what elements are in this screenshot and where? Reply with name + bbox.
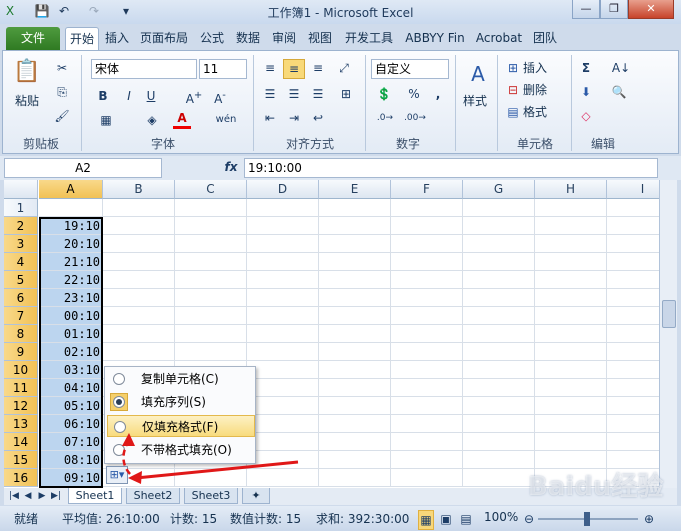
status-numeric-count: 数值计数: 15 bbox=[230, 512, 302, 526]
status-count: 计数: 15 bbox=[170, 512, 218, 526]
status-bar: 就绪 平均值: 26:10:00 计数: 15 数值计数: 15 求和: 392… bbox=[0, 506, 681, 531]
zoom-level[interactable]: 100% bbox=[484, 510, 518, 524]
annotation-dashed-arrow bbox=[122, 441, 131, 475]
last-sheet-icon[interactable]: ▶| bbox=[50, 487, 62, 505]
status-mode: 就绪 bbox=[14, 512, 39, 526]
zoom-out-icon[interactable]: ⊖ bbox=[522, 510, 536, 528]
first-sheet-icon[interactable]: |◀ bbox=[8, 487, 20, 505]
annotation-dashed-arrowhead bbox=[122, 433, 135, 446]
annotation-arrow-line bbox=[135, 460, 299, 480]
normal-view-icon[interactable]: ▦ bbox=[418, 510, 434, 530]
status-sum: 求和: 392:30:00 bbox=[316, 512, 410, 526]
next-sheet-icon[interactable]: ▶ bbox=[36, 487, 48, 505]
page-break-view-icon[interactable]: ▤ bbox=[458, 510, 474, 528]
annotation-arrows bbox=[122, 433, 299, 484]
page-layout-view-icon[interactable]: ▣ bbox=[438, 510, 454, 528]
watermark: Baidu经验 bbox=[528, 472, 664, 502]
prev-sheet-icon[interactable]: ◀ bbox=[22, 487, 34, 505]
sheet-tab-3[interactable]: Sheet3 bbox=[184, 488, 238, 504]
zoom-in-icon[interactable]: ⊕ bbox=[642, 510, 656, 528]
insert-sheet-icon[interactable]: ✦ bbox=[242, 488, 270, 504]
sheet-tab-2[interactable]: Sheet2 bbox=[126, 488, 180, 504]
sheet-tab-1[interactable]: Sheet1 bbox=[68, 488, 122, 504]
status-average: 平均值: 26:10:00 bbox=[62, 512, 160, 526]
zoom-slider-thumb[interactable] bbox=[584, 512, 590, 526]
